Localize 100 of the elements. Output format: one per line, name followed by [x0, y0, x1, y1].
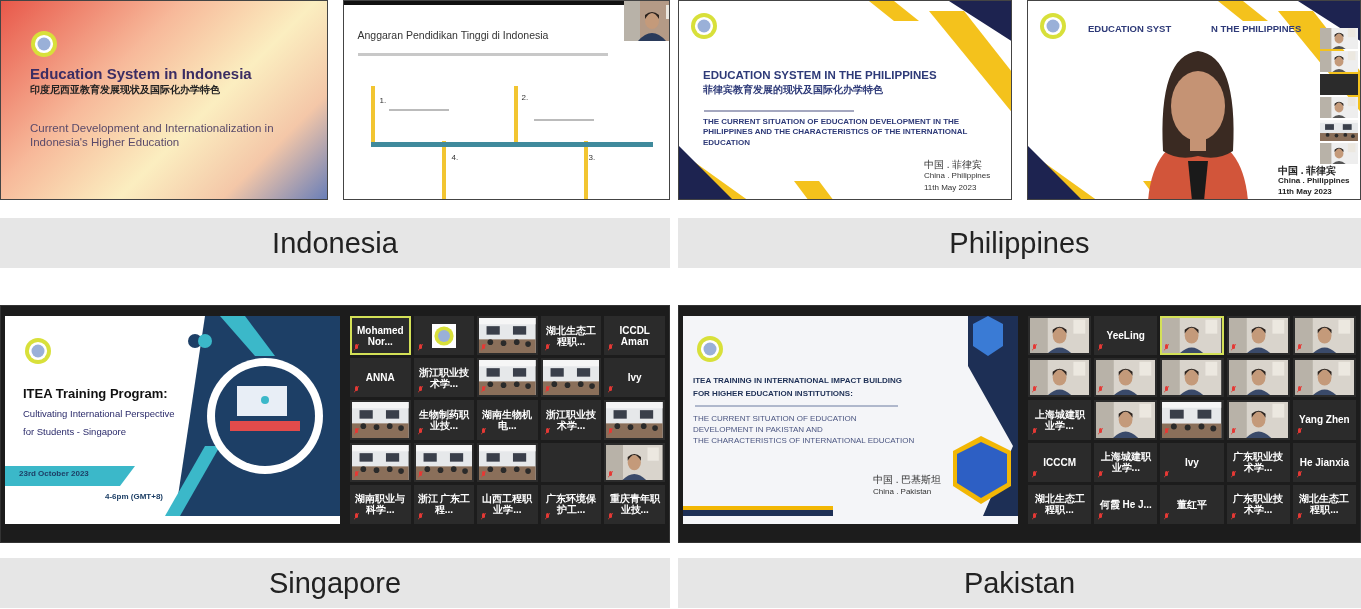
video-tile[interactable] [604, 442, 665, 482]
muted-mic-icon [354, 386, 359, 394]
video-tile[interactable]: ICCDL Aman [604, 316, 665, 356]
video-tile[interactable] [1226, 358, 1290, 398]
video-tile[interactable] [540, 358, 602, 398]
video-tile[interactable] [413, 316, 475, 356]
video-tile[interactable]: 山西工程职业学... [477, 484, 538, 524]
video-tile[interactable] [477, 358, 538, 398]
video-tile[interactable]: 浙江职业技术学... [413, 358, 475, 398]
participant-name: Yang Zhen [1299, 414, 1350, 426]
video-tile[interactable] [477, 442, 538, 482]
country-caption: Singapore [0, 558, 670, 608]
participant-name: 浙江职业技术学... [545, 409, 598, 431]
stripe [869, 1, 919, 21]
step-number: 2. [521, 93, 529, 103]
logo-icon [31, 31, 57, 57]
participant-name: 上海城建职业学... [1033, 409, 1086, 431]
video-tile[interactable]: Mohamed Nor... [350, 316, 411, 356]
slide-subtitle: Current Development and Internationalization in Indonesia's Higher Education [30, 121, 275, 150]
muted-mic-icon [1098, 344, 1104, 351]
participant-name: 山西工程职业学... [481, 493, 534, 516]
video-tile[interactable] [350, 442, 411, 482]
participant-name: ICCDL Aman [618, 324, 651, 347]
video-tile[interactable]: YeeLing [1094, 316, 1158, 356]
logo-icon [1040, 13, 1066, 39]
video-tile[interactable]: 重庆青年职业技... [604, 484, 665, 524]
video-tile[interactable]: 生物制药职业技... [413, 400, 475, 440]
muted-mic-icon [1230, 470, 1236, 478]
muted-mic-icon [481, 386, 487, 394]
video-tile[interactable]: 湖北生态工程职... [1292, 484, 1356, 524]
video-tile[interactable]: 上海城建职业学... [1028, 400, 1092, 440]
muted-mic-icon [417, 386, 423, 394]
video-tile[interactable]: 上海城建职业学... [1094, 442, 1158, 482]
video-tile[interactable]: He Jianxia [1292, 442, 1356, 482]
participant-name: 湖北生态工程职... [1298, 493, 1351, 516]
participant-name: 广东职业技术学... [1232, 451, 1285, 474]
muted-mic-icon [1164, 470, 1170, 478]
muted-mic-icon [608, 344, 614, 351]
video-tile[interactable]: 董红平 [1160, 484, 1224, 524]
muted-mic-icon [417, 512, 423, 520]
participant-name: YeeLing [1106, 330, 1145, 342]
video-tile[interactable] [1160, 400, 1224, 440]
video-tile[interactable]: 广东职业技术学... [1226, 484, 1290, 524]
video-tile[interactable]: Ivy [604, 358, 665, 398]
slide-title: ITEA Training Program: [23, 386, 168, 403]
participant-name: 湖南生物机电... [481, 409, 534, 431]
video-tile[interactable] [1292, 316, 1356, 356]
video-tile[interactable] [604, 400, 665, 440]
text-line [388, 109, 449, 111]
video-tile[interactable]: 何霞 He J... [1094, 484, 1158, 524]
video-tile[interactable]: 湖北生态工程职... [1028, 484, 1092, 524]
video-tile[interactable] [1094, 358, 1158, 398]
muted-mic-icon [1296, 428, 1302, 436]
video-tile[interactable]: 广东环境保护工... [540, 484, 602, 524]
step-number: 1. [379, 96, 387, 106]
muted-mic-icon [1164, 428, 1170, 436]
muted-mic-icon [1164, 344, 1170, 351]
participant-name: Ivy [1185, 456, 1199, 468]
video-tile[interactable] [1094, 400, 1158, 440]
video-tile[interactable]: 浙江 广东工程... [413, 484, 475, 524]
video-tile[interactable]: Yang Zhen [1292, 400, 1356, 440]
participant-name: Ivy [627, 372, 642, 384]
slide-footer: China . Pakistan [873, 487, 932, 497]
video-tile[interactable]: 广东职业技术学... [1226, 442, 1290, 482]
muted-mic-icon [481, 512, 487, 520]
muted-mic-icon [354, 512, 359, 520]
video-tile[interactable] [1028, 358, 1092, 398]
video-tile[interactable]: 湖南职业与科学... [350, 484, 411, 524]
video-tile[interactable] [1160, 316, 1224, 356]
muted-mic-icon [544, 512, 550, 520]
muted-mic-icon [417, 344, 423, 351]
muted-mic-icon [1296, 344, 1302, 351]
hexagon-drawing [953, 436, 1011, 504]
video-tile[interactable] [477, 316, 538, 356]
participant-name: 湖南职业与科学... [354, 493, 407, 516]
muted-mic-icon [1230, 512, 1236, 520]
slide-subtitle: DEVELOPMENT IN PAKISTAN AND [693, 425, 823, 435]
video-tile[interactable]: ICCCM [1028, 442, 1092, 482]
video-tile[interactable]: 湖北生态工程职... [540, 316, 602, 356]
muted-mic-icon [1032, 386, 1037, 394]
video-tile[interactable]: 湖南生物机电... [477, 400, 538, 440]
muted-mic-icon [1230, 344, 1236, 351]
video-tile[interactable] [413, 442, 475, 482]
video-tile[interactable] [1160, 358, 1224, 398]
video-tile[interactable] [1028, 316, 1092, 356]
video-tile[interactable] [1226, 316, 1290, 356]
slide-subtitle: THE CURRENT SITUATION OF EDUCATION [693, 414, 857, 424]
video-tile[interactable] [1320, 74, 1358, 95]
video-tile[interactable] [350, 400, 411, 440]
slide-subtitle: Cultivating International Perspective [23, 408, 175, 420]
video-tile[interactable] [1292, 358, 1356, 398]
text-line [533, 119, 594, 121]
video-tile[interactable]: ANNA [350, 358, 411, 398]
slide-time: 4-6pm (GMT+8) [105, 492, 163, 502]
video-tile[interactable] [1226, 400, 1290, 440]
video-tile[interactable]: Ivy [1160, 442, 1224, 482]
muted-mic-icon [544, 386, 550, 394]
video-tile[interactable]: 浙江职业技术学... [540, 400, 602, 440]
slide-footer: 中国 . 巴基斯坦 [873, 474, 942, 487]
muted-mic-icon [1098, 386, 1104, 394]
